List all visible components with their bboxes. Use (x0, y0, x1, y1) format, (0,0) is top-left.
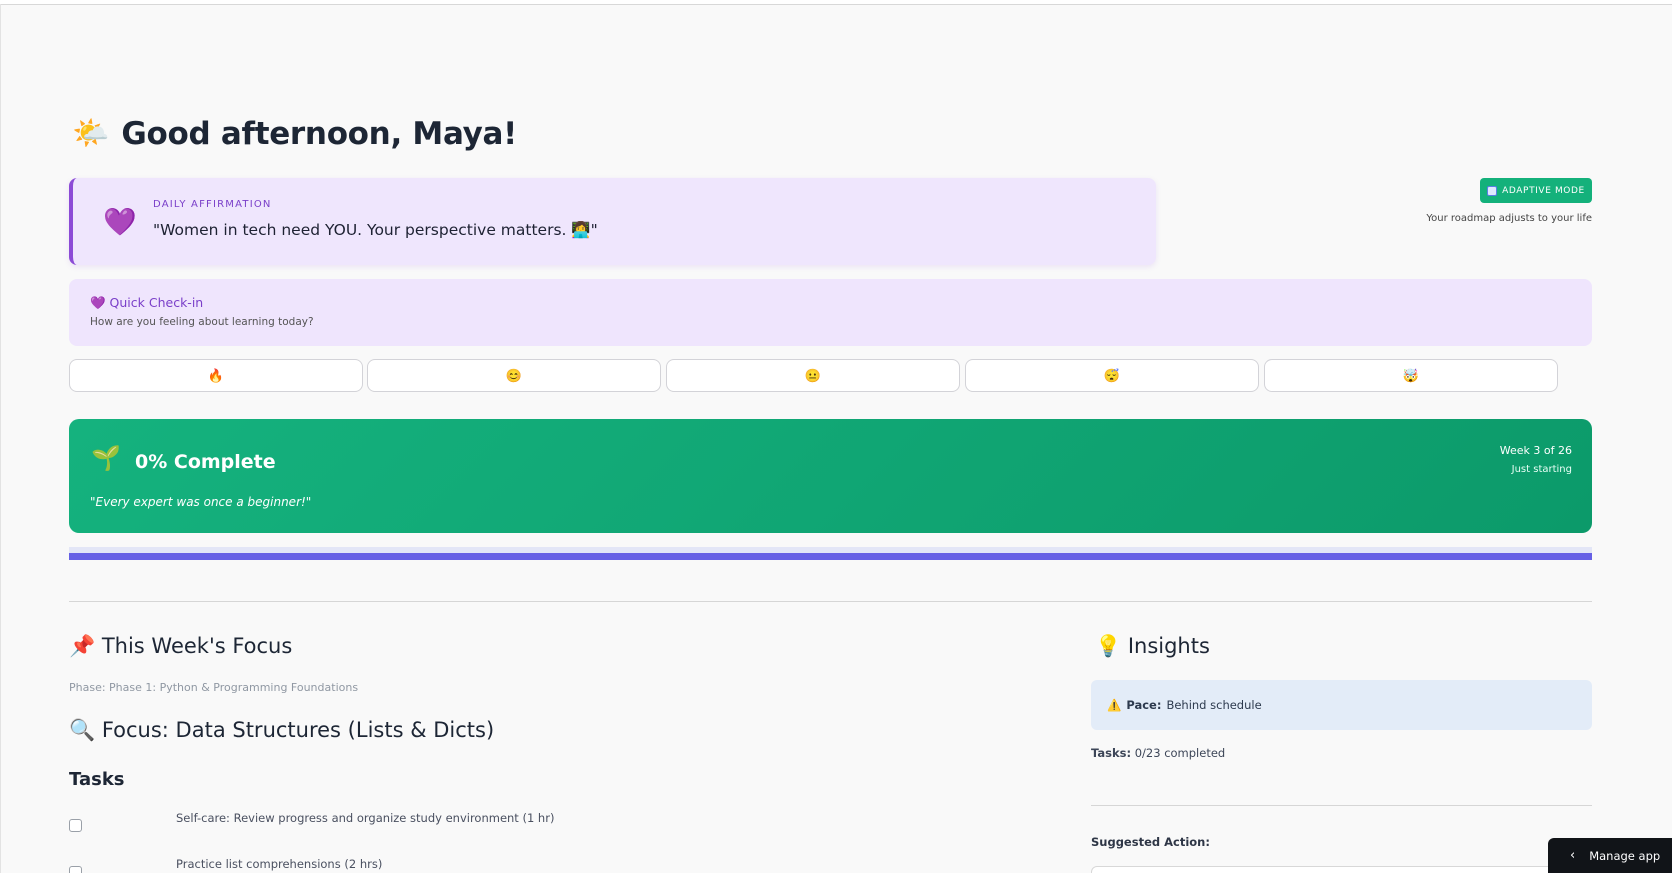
calendar-icon (1487, 185, 1498, 196)
seedling-icon: 🌱 (91, 444, 121, 472)
focus-topic-heading: 🔍 Focus: Data Structures (Lists & Dicts) (69, 718, 495, 742)
pace-value: Behind schedule (1166, 698, 1262, 712)
pace-alert: ⚠️ Pace: Behind schedule (1091, 680, 1592, 730)
task-label: Self-care: Review progress and organize … (176, 811, 555, 825)
mood-button-fire[interactable]: 🔥 (69, 359, 363, 392)
week-counter: Week 3 of 26 (1499, 444, 1572, 457)
greeting-header: 🌤️ Good afternoon, Maya! (72, 116, 517, 152)
progress-percent: 0% Complete (135, 451, 276, 473)
app-root: 🌤️ Good afternoon, Maya! 💜 DAILY AFFIRMA… (0, 0, 1672, 873)
insights-heading: 💡 Insights (1095, 634, 1210, 658)
tasks-stat-value: 0/23 completed (1134, 746, 1226, 760)
affirmation-card: 💜 DAILY AFFIRMATION "Women in tech need … (69, 178, 1156, 265)
neutral-face-icon: 😐 (804, 367, 822, 383)
tasks-stat-label: Tasks: (1091, 746, 1132, 760)
warning-icon: ⚠️ (1107, 698, 1122, 712)
mood-button-neutral[interactable]: 😐 (666, 359, 960, 392)
progress-bar-fill (69, 553, 1592, 560)
suggested-action-box (1091, 866, 1594, 873)
section-divider (69, 601, 1592, 602)
week-focus-heading: 📌 This Week's Focus (69, 634, 293, 658)
checkin-subtitle: How are you feeling about learning today… (90, 316, 314, 328)
task-item: Self-care: Review progress and organize … (69, 811, 554, 832)
tasks-heading: Tasks (69, 769, 125, 790)
progress-stage: Just starting (1511, 464, 1572, 475)
progress-motto: "Every expert was once a beginner!" (90, 495, 312, 509)
sun-cloud-icon: 🌤️ (72, 116, 110, 151)
task-item: Practice list comprehensions (2 hrs) (69, 857, 382, 873)
adaptive-mode-subtitle: Your roadmap adjusts to your life (1426, 213, 1592, 224)
suggested-action-label: Suggested Action: (1091, 835, 1210, 849)
quick-checkin-card: 💜 Quick Check-in How are you feeling abo… (69, 279, 1592, 346)
page-title: Good afternoon, Maya! (121, 116, 518, 152)
fire-icon: 🔥 (207, 367, 225, 383)
tasks-completed-stat: Tasks: 0/23 completed (1091, 746, 1225, 760)
mood-button-happy[interactable]: 😊 (367, 359, 661, 392)
checkin-title: 💜 Quick Check-in (90, 295, 204, 310)
affirmation-quote: "Women in tech need YOU. Your perspectiv… (153, 221, 598, 239)
manage-app-button[interactable]: ‹ Manage app (1548, 838, 1672, 873)
pace-label: Pace: (1126, 698, 1162, 712)
task-checkbox[interactable] (69, 819, 82, 832)
purple-heart-icon: 💜 (103, 207, 137, 238)
task-checkbox[interactable] (69, 866, 82, 873)
affirmation-label: DAILY AFFIRMATION (153, 199, 272, 210)
adaptive-mode-badge: ADAPTIVE MODE (1480, 178, 1592, 203)
left-border (0, 4, 1, 873)
adaptive-mode-label: ADAPTIVE MODE (1502, 185, 1585, 196)
sleepy-face-icon: 😴 (1103, 367, 1121, 383)
insights-divider (1091, 805, 1592, 806)
smile-icon: 😊 (505, 367, 523, 383)
phase-label: Phase: Phase 1: Python & Programming Fou… (69, 681, 359, 694)
browser-top-border (0, 0, 1672, 5)
mood-button-sleepy[interactable]: 😴 (965, 359, 1259, 392)
chevron-left-icon: ‹ (1570, 848, 1576, 863)
mood-button-mind-blown[interactable]: 🤯 (1264, 359, 1558, 392)
mind-blown-icon: 🤯 (1402, 367, 1420, 383)
progress-bar (69, 547, 1592, 560)
progress-card: 🌱 0% Complete "Every expert was once a b… (69, 419, 1592, 533)
task-label: Practice list comprehensions (2 hrs) (176, 857, 383, 871)
manage-app-label: Manage app (1589, 848, 1661, 863)
